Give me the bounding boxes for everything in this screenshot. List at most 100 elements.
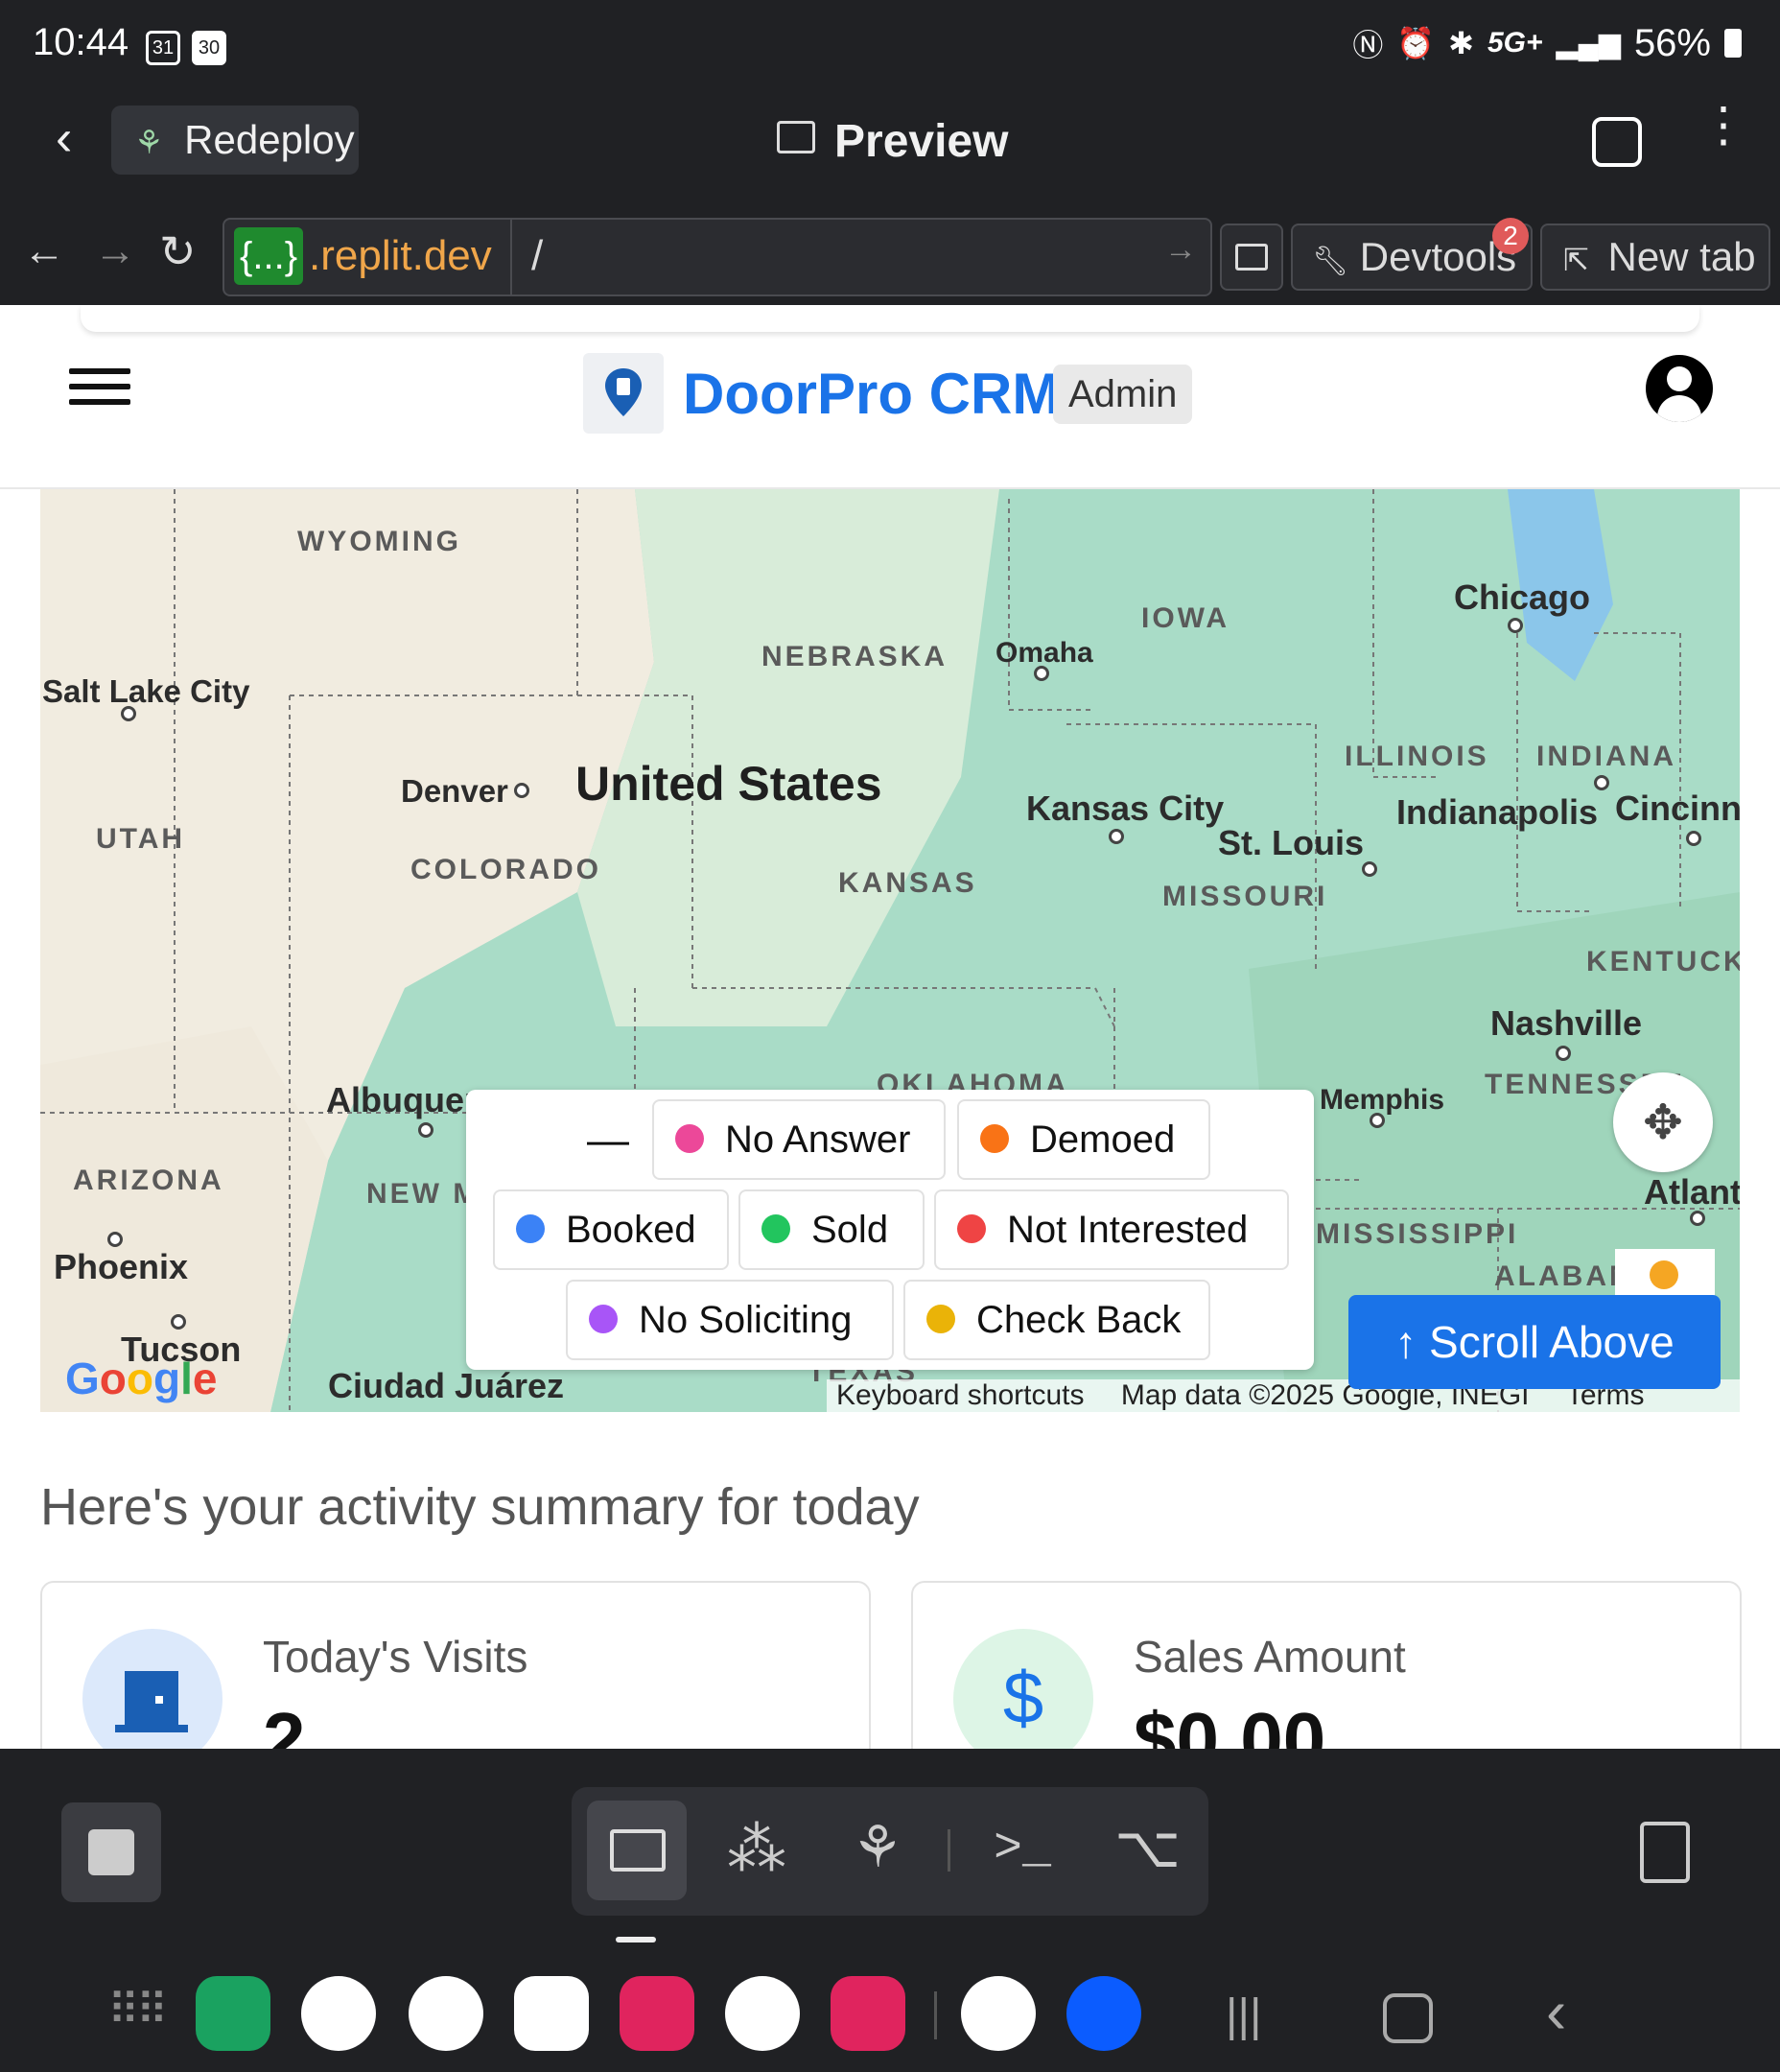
stat-card-sales: $ Sales Amount $0.00 xyxy=(911,1581,1742,1749)
deploy-icon: ⚘ xyxy=(134,125,164,161)
map-country-label: United States xyxy=(575,757,882,811)
legend-item[interactable]: Demoed xyxy=(957,1099,1210,1180)
new-tab-label: New tab xyxy=(1607,234,1756,279)
back-nav-icon[interactable]: ‹ xyxy=(1546,1976,1566,2047)
map-pan-control-icon[interactable]: ✥ xyxy=(1613,1072,1713,1172)
nfc-icon: Ⓝ xyxy=(1352,28,1384,62)
preview-title: Preview xyxy=(834,116,1009,167)
user-avatar-icon[interactable] xyxy=(1646,355,1713,422)
legend-item[interactable]: Sold xyxy=(738,1189,925,1270)
city-dot xyxy=(1686,831,1701,846)
chrome-app-icon[interactable] xyxy=(725,1976,800,2051)
keyboard-shortcuts-link[interactable]: Keyboard shortcuts xyxy=(836,1379,1084,1411)
map-label-city: Memphis xyxy=(1320,1084,1445,1116)
messages-app-icon[interactable] xyxy=(301,1976,376,2051)
camera-app-icon[interactable] xyxy=(620,1976,694,2051)
google-logo: Google xyxy=(65,1354,218,1403)
legend-color-dot xyxy=(957,1214,986,1244)
device-preview-button[interactable] xyxy=(1220,224,1283,291)
app-title: DoorPro CRM xyxy=(683,362,1061,426)
city-dot xyxy=(1556,1046,1571,1061)
status-time: 10:44 xyxy=(33,21,129,63)
stat-card-visits: Today's Visits 2 xyxy=(40,1581,871,1749)
zoom-app-icon[interactable] xyxy=(1066,1976,1141,2051)
git-icon[interactable]: ⌥ xyxy=(1114,1814,1181,1881)
city-dot xyxy=(1109,829,1124,844)
phone-app-icon[interactable] xyxy=(196,1976,270,2051)
legend-item-label: Sold xyxy=(811,1209,889,1251)
map-label-state: ILLINOIS xyxy=(1345,741,1489,772)
more-options-icon[interactable]: ⋮ xyxy=(1699,101,1747,149)
tabs-icon[interactable] xyxy=(1592,117,1642,167)
panel-toggle-icon[interactable] xyxy=(1640,1822,1690,1883)
workspace-grid-icon[interactable]: ⁂ xyxy=(727,1814,786,1884)
camera-app-icon-2[interactable] xyxy=(831,1976,905,2051)
legend-item[interactable]: Booked xyxy=(493,1189,729,1270)
nav-forward-icon[interactable]: → xyxy=(94,227,136,275)
signal-icon: ▂▄▆ xyxy=(1556,27,1621,59)
app-header: DoorPro CRM Admin xyxy=(0,305,1780,489)
gmail-app-icon[interactable] xyxy=(514,1976,589,2051)
city-dot xyxy=(171,1314,186,1330)
stop-button[interactable] xyxy=(61,1802,161,1902)
map-view[interactable]: WYOMING NEBRASKA IOWA UTAH COLORADO KANS… xyxy=(40,489,1740,1412)
legend-item[interactable]: Check Back xyxy=(903,1280,1210,1360)
legend-color-dot xyxy=(926,1305,955,1334)
map-label-city: Denver xyxy=(401,773,508,809)
redeploy-button[interactable]: ⚘ Redeploy xyxy=(111,106,359,175)
city-dot xyxy=(1594,775,1609,790)
map-label-state: NEW M xyxy=(366,1178,480,1210)
url-bar: ← → ↻ {...} .replit.dev / → 🔧︎ Devtools … xyxy=(0,206,1780,305)
map-label-city: St. Louis xyxy=(1218,823,1364,862)
dock-divider xyxy=(934,1991,937,2039)
google-app-icon[interactable] xyxy=(961,1976,1036,2051)
legend-item[interactable]: No Soliciting xyxy=(566,1280,894,1360)
domain-prefix: {...} xyxy=(234,227,304,285)
summary-heading: Here's your activity summary for today xyxy=(40,1478,920,1536)
city-dot xyxy=(514,783,529,798)
reload-icon[interactable]: ↻ xyxy=(159,225,197,277)
back-chevron-icon[interactable]: ‹ xyxy=(56,109,72,167)
map-label-city: Atlant xyxy=(1644,1172,1740,1212)
app-drawer-icon[interactable]: ⠿⠿ xyxy=(107,1984,168,2036)
battery-icon xyxy=(1724,29,1742,58)
map-label-city: Salt Lake City xyxy=(42,673,250,709)
legend-item-label: Demoed xyxy=(1030,1118,1176,1161)
city-dot xyxy=(1690,1211,1705,1226)
deploy-tool-icon[interactable]: ⚘ xyxy=(852,1814,903,1881)
stat-value: 2 xyxy=(263,1697,306,1749)
shell-icon[interactable]: >_ xyxy=(994,1822,1051,1876)
legend-item[interactable]: No Answer xyxy=(652,1099,946,1180)
legend-collapse-toggle[interactable]: — xyxy=(587,1117,629,1165)
tool-divider xyxy=(948,1829,950,1872)
preview-tool-button[interactable] xyxy=(587,1801,687,1900)
recents-nav-icon[interactable]: ||| xyxy=(1226,1990,1261,2042)
monitor-small-icon xyxy=(1235,244,1268,271)
devtools-badge: 2 xyxy=(1492,218,1529,254)
map-label-state: WYOMING xyxy=(297,526,461,557)
url-divider xyxy=(510,220,512,294)
map-label-city: Kansas City xyxy=(1026,789,1225,828)
url-input[interactable]: {...} .replit.dev / → xyxy=(222,218,1212,296)
city-dot xyxy=(418,1122,433,1138)
go-arrow-icon[interactable]: → xyxy=(1164,231,1197,269)
city-dot xyxy=(1508,618,1523,633)
new-tab-button[interactable]: ⇱ New tab xyxy=(1540,224,1770,291)
messenger-app-icon[interactable] xyxy=(409,1976,483,2051)
legend-item[interactable]: Not Interested xyxy=(934,1189,1289,1270)
hamburger-menu-icon[interactable] xyxy=(69,363,130,414)
dollar-icon: $ xyxy=(953,1629,1093,1749)
map-label-state: KENTUCKY xyxy=(1586,946,1740,977)
city-dot xyxy=(121,706,136,721)
legend-item-label: Booked xyxy=(566,1209,696,1251)
scroll-above-button[interactable]: ↑ Scroll Above xyxy=(1348,1295,1721,1389)
tool-switcher: ⁂ ⚘ >_ ⌥ xyxy=(572,1787,1208,1916)
external-link-icon: ⇱ xyxy=(1563,243,1589,277)
nav-back-icon[interactable]: ← xyxy=(23,227,65,275)
redeploy-label: Redeploy xyxy=(184,117,355,162)
legend-item-label: No Answer xyxy=(725,1118,911,1161)
home-nav-icon[interactable] xyxy=(1383,1993,1433,2043)
map-label-city: Ciudad Juárez xyxy=(328,1366,565,1405)
logo-pin-icon xyxy=(583,353,664,434)
legend-item-label: No Soliciting xyxy=(639,1299,853,1341)
